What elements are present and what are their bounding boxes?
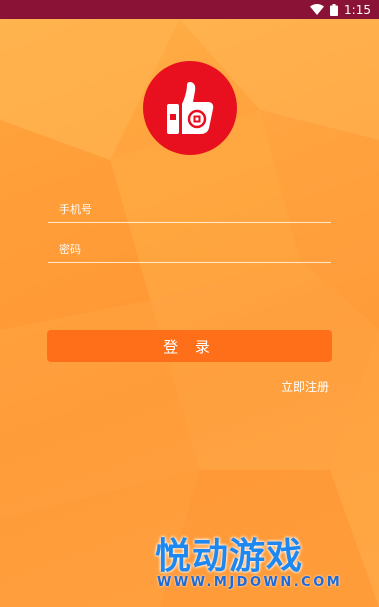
battery-icon bbox=[330, 3, 339, 16]
phone-field[interactable] bbox=[48, 196, 331, 223]
login-screen: 1:15 登 录 立即注册 悦动游戏 WWW.MJDOWN.COM bbox=[0, 0, 379, 607]
status-bar: 1:15 bbox=[0, 0, 379, 19]
login-button[interactable]: 登 录 bbox=[47, 330, 332, 362]
watermark-logo: 悦动游戏 WWW.MJDOWN.COM bbox=[155, 527, 365, 597]
thumbs-up-icon bbox=[167, 82, 214, 134]
phone-input[interactable] bbox=[48, 196, 331, 222]
register-link[interactable]: 立即注册 bbox=[281, 378, 329, 395]
watermark-title: 悦动游戏 bbox=[155, 536, 304, 577]
app-logo bbox=[143, 61, 237, 155]
password-field[interactable] bbox=[48, 236, 331, 263]
wifi-icon bbox=[310, 4, 325, 15]
password-input[interactable] bbox=[48, 236, 331, 262]
status-time: 1:15 bbox=[344, 2, 371, 17]
watermark-url: WWW.MJDOWN.COM bbox=[157, 575, 343, 590]
